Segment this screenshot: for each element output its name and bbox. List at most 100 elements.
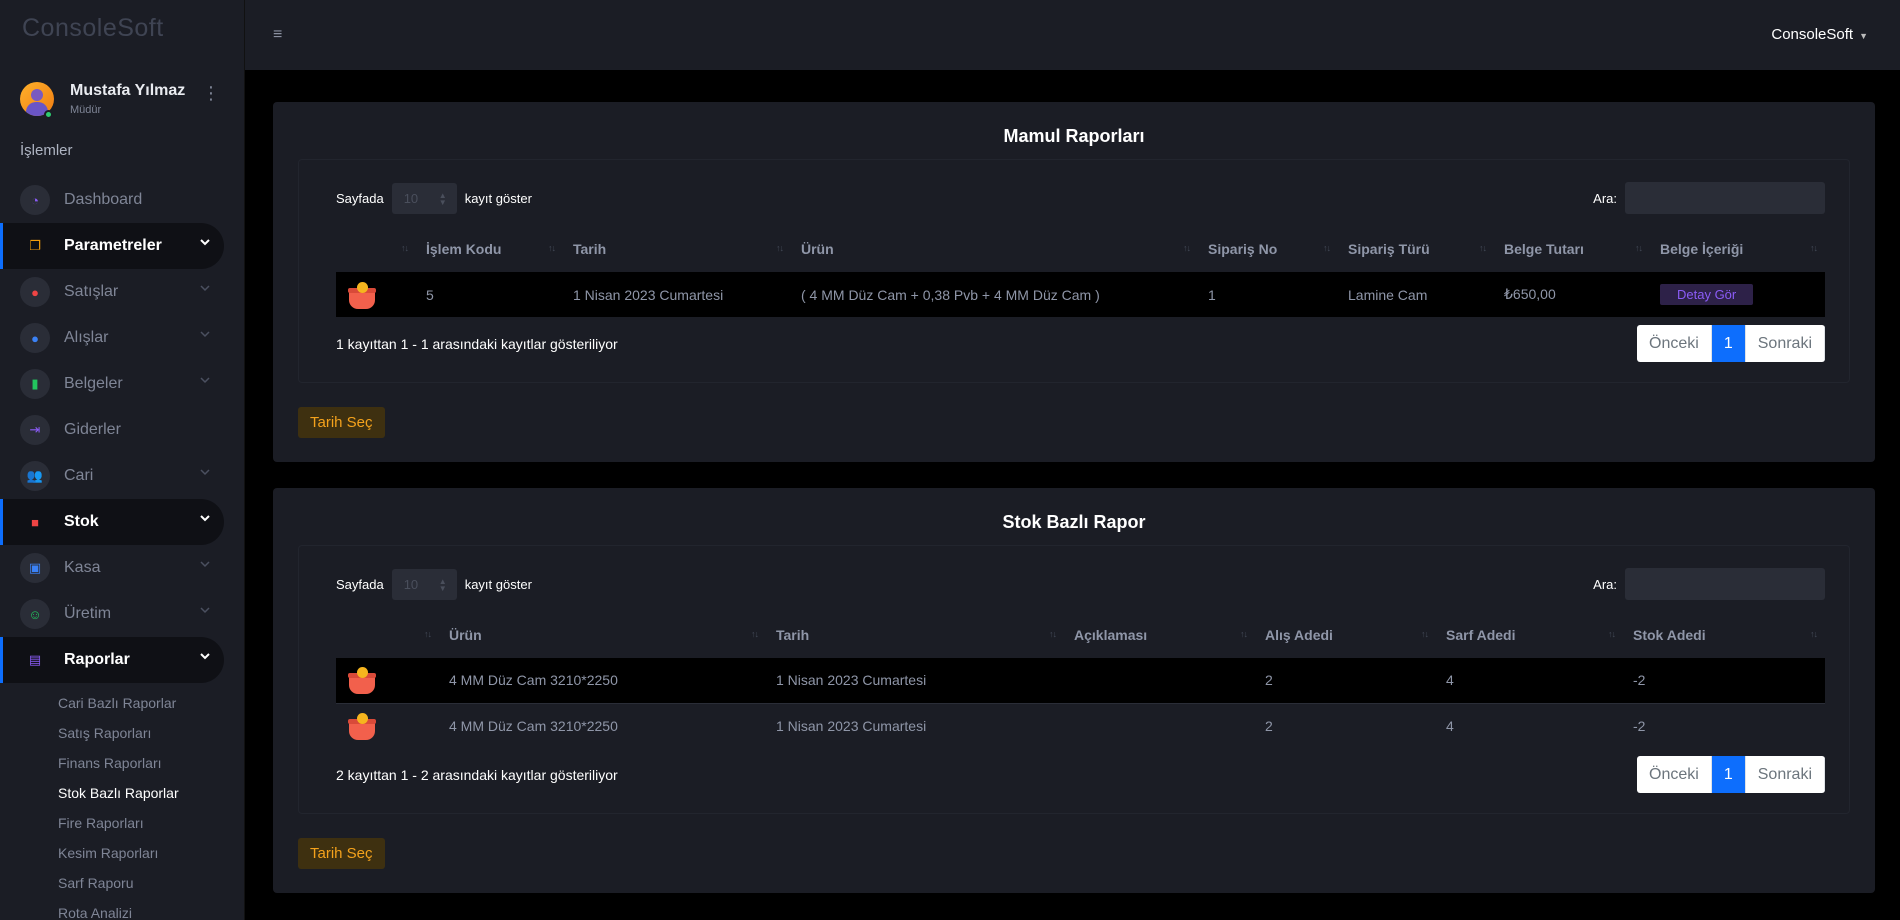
submenu-item-satis-raporlari[interactable]: Satış Raporları xyxy=(0,719,244,749)
search-input[interactable] xyxy=(1625,568,1825,600)
top-user-dropdown[interactable]: ConsoleSoft ▼ xyxy=(1771,26,1868,43)
column-header-stok-adedi[interactable]: Stok Adedi ↑↓ xyxy=(1623,612,1825,658)
page-length: Sayfada 10 ▲ ▼ kayıt göster xyxy=(336,182,532,214)
sort-icon: ↑↓ xyxy=(401,243,409,253)
cell-icon xyxy=(336,272,416,317)
copy-icon: ❐ xyxy=(29,238,41,253)
cell-icon xyxy=(336,658,439,704)
page-1-button[interactable]: 1 xyxy=(1711,325,1746,362)
date-select-button[interactable]: Tarih Seç xyxy=(298,838,385,869)
sidebar-item-uretim[interactable]: ☺ Üretim xyxy=(0,591,224,637)
prev-page-button[interactable]: Önceki xyxy=(1637,756,1712,793)
submenu-item-rota-analizi[interactable]: Rota Analizi xyxy=(0,899,244,920)
page-length-select[interactable]: 10 ▲ ▼ xyxy=(391,568,457,600)
sidebar-item-label: Parametreler xyxy=(64,237,162,254)
sidebar-item-cari[interactable]: 👥 Cari xyxy=(0,453,224,499)
more-vertical-icon[interactable]: ⋮ xyxy=(202,84,220,102)
cell-urun: ( 4 MM Düz Cam + 0,38 Pvb + 4 MM Düz Cam… xyxy=(791,272,1198,317)
column-header-aciklamasi[interactable]: Açıklaması ↑↓ xyxy=(1064,612,1255,658)
sort-icon: ↑↓ xyxy=(548,243,556,253)
chevron-down-icon xyxy=(200,515,210,522)
column-header-siparis-turu[interactable]: Sipariş Türü ↑↓ xyxy=(1338,226,1494,272)
date-select-button[interactable]: Tarih Seç xyxy=(298,407,385,438)
search-label: Ara: xyxy=(1593,576,1617,592)
column-header-urun[interactable]: Ürün ↑↓ xyxy=(439,612,766,658)
select-arrows-icon: ▲ ▼ xyxy=(438,576,447,593)
play-circle-icon: ● xyxy=(20,277,50,307)
sort-icon: ↑↓ xyxy=(1635,243,1643,253)
column-header-sarf-adedi[interactable]: Sarf Adedi ↑↓ xyxy=(1436,612,1623,658)
column-header-islem-kodu[interactable]: İşlem Kodu ↑↓ xyxy=(416,226,563,272)
column-header-urun[interactable]: Ürün ↑↓ xyxy=(791,226,1198,272)
submenu-item-cari-bazli-raporlar[interactable]: Cari Bazlı Raporlar xyxy=(0,689,244,719)
submenu-item-sarf-raporu[interactable]: Sarf Raporu xyxy=(0,869,244,899)
prev-page-button[interactable]: Önceki xyxy=(1637,325,1712,362)
sidebar-item-kasa[interactable]: ▣ Kasa xyxy=(0,545,224,591)
sidebar-item-raporlar[interactable]: ▤ Raporlar xyxy=(0,637,224,683)
next-page-button[interactable]: Sonraki xyxy=(1745,325,1825,362)
sidebar-item-alislar[interactable]: ● Alışlar xyxy=(0,315,224,361)
menu-toggle-icon[interactable]: ≡ xyxy=(273,26,282,44)
sidebar-item-label: Belgeler xyxy=(64,375,123,392)
submenu-item-stok-bazli-raporlar[interactable]: Stok Bazlı Raporlar xyxy=(0,779,244,809)
column-header-icon[interactable]: ↑↓ xyxy=(336,612,439,658)
cell-sarf-adedi: 4 xyxy=(1436,658,1623,704)
sidebar-item-stok[interactable]: ■ Stok xyxy=(0,499,224,545)
main-content: Mamul Raporları Sayfada 10 ▲ ▼ kayıt göste… xyxy=(245,70,1900,920)
column-header-tarih[interactable]: Tarih ↑↓ xyxy=(563,226,791,272)
page-length-value: 10 xyxy=(403,576,419,592)
cell-belge-tutari: ₺650,00 xyxy=(1494,272,1650,317)
table-search: Ara: xyxy=(1593,568,1825,600)
cell-islem-kodu: 5 xyxy=(416,272,563,317)
table-info: 1 kayıttan 1 - 1 arasındaki kayıtlar gös… xyxy=(336,335,618,352)
submenu-item-fire-raporlari[interactable]: Fire Raporları xyxy=(0,809,244,839)
column-header-tarih[interactable]: Tarih ↑↓ xyxy=(766,612,1064,658)
topbar: ≡ ConsoleSoft ▼ xyxy=(245,0,1900,70)
search-input[interactable] xyxy=(1625,182,1825,214)
chevron-down-icon xyxy=(200,561,210,568)
table-row: 4 MM Düz Cam 3210*2250 1 Nisan 2023 Cuma… xyxy=(336,703,1825,748)
sort-icon: ↑↓ xyxy=(1323,243,1331,253)
mamul-table: ↑↓ İşlem Kodu ↑↓ Tarih ↑↓ Ürün ↑↓ Sipariş N… xyxy=(336,226,1825,317)
cell-urun: 4 MM Düz Cam 3210*2250 xyxy=(449,717,618,734)
product-basket-icon xyxy=(346,280,376,310)
sort-icon: ↑↓ xyxy=(1240,629,1248,639)
user-name: Mustafa Yılmaz xyxy=(70,82,186,99)
stock-report-card: Stok Bazlı Rapor Sayfada 10 ▲ ▼ kayıt göst… xyxy=(273,488,1875,893)
detail-button[interactable]: Detay Gör xyxy=(1660,284,1754,305)
sort-icon: ↑↓ xyxy=(1479,243,1487,253)
sidebar-item-dashboard[interactable]: ◔ Dashboard xyxy=(0,177,224,223)
column-header-belge-tutari[interactable]: Belge Tutarı ↑↓ xyxy=(1494,226,1650,272)
column-header-icon[interactable]: ↑↓ xyxy=(336,226,416,272)
sidebar-item-label: Dashboard xyxy=(64,191,143,208)
users-icon: 👥 xyxy=(20,461,50,491)
table-search: Ara: xyxy=(1593,182,1825,214)
next-page-button[interactable]: Sonraki xyxy=(1745,756,1825,793)
product-basket-icon xyxy=(346,711,376,741)
page-length-suffix: kayıt göster xyxy=(464,190,532,206)
page-length-select[interactable]: 10 ▲ ▼ xyxy=(391,182,457,214)
pagination: Önceki 1 Sonraki xyxy=(1637,325,1825,362)
submenu-item-kesim-raporlari[interactable]: Kesim Raporları xyxy=(0,839,244,869)
chevron-down-icon xyxy=(200,607,210,614)
sidebar-item-giderler[interactable]: ⇥ Giderler xyxy=(0,407,224,453)
column-header-belge-icerigi[interactable]: Belge İçeriği ↑↓ xyxy=(1650,226,1825,272)
submenu-item-finans-raporlari[interactable]: Finans Raporları xyxy=(0,749,244,779)
minus-circle-icon: ● xyxy=(20,323,50,353)
user-role: Müdür xyxy=(70,104,102,116)
column-header-alis-adedi[interactable]: Alış Adedi ↑↓ xyxy=(1255,612,1436,658)
cell-icon xyxy=(336,703,439,748)
page-1-button[interactable]: 1 xyxy=(1711,756,1746,793)
brand-logo[interactable]: ConsoleSoft xyxy=(0,0,244,60)
user-panel: Mustafa Yılmaz Müdür ⋮ xyxy=(0,60,244,134)
layers-icon: ■ xyxy=(31,514,39,530)
sidebar-item-satislar[interactable]: ● Satışlar xyxy=(0,269,224,315)
cell-tarih: 1 Nisan 2023 Cumartesi xyxy=(563,272,791,317)
column-header-siparis-no[interactable]: Sipariş No ↑↓ xyxy=(1198,226,1338,272)
nav-section-title: İşlemler xyxy=(20,142,73,159)
sidebar-item-parametreler[interactable]: ❐ Parametreler xyxy=(0,223,224,269)
page-length-prefix: Sayfada xyxy=(336,190,384,206)
sidebar-item-belgeler[interactable]: ▮ Belgeler xyxy=(0,361,224,407)
stock-table: ↑↓ Ürün ↑↓ Tarih ↑↓ Açıklaması ↑↓ Alış Aded… xyxy=(336,612,1825,748)
cell-alis-adedi: 2 xyxy=(1255,658,1436,704)
